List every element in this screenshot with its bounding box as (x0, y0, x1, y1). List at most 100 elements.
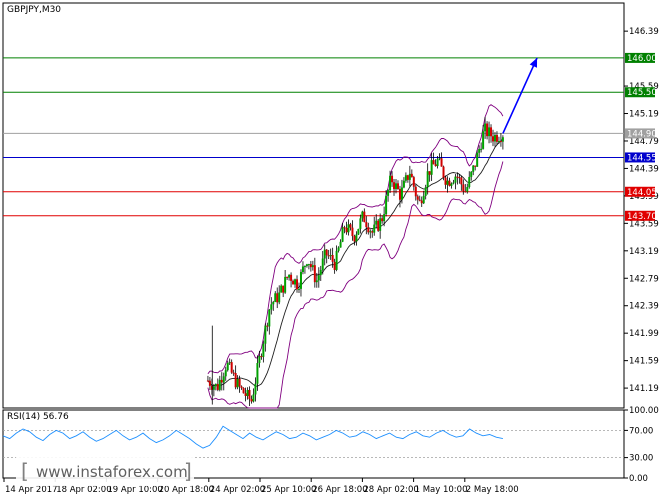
candle-body (420, 200, 423, 204)
time-tick-label: 24 Apr 02:00 (210, 485, 265, 495)
candle-body (446, 180, 449, 185)
candle-body (452, 182, 455, 184)
candle-body (464, 191, 467, 193)
candle-body (343, 227, 346, 229)
candle-body (250, 399, 253, 402)
candle-body (339, 241, 342, 248)
candle-body (454, 176, 457, 183)
time-tick-label: 18 Apr 02:00 (56, 485, 111, 495)
candle-body (307, 264, 310, 266)
chart-background (0, 0, 664, 498)
candle-body (290, 274, 293, 281)
candle-body (309, 264, 312, 268)
level-label: 146.00 (627, 54, 657, 64)
candle-body (371, 231, 374, 233)
candle-body (492, 136, 495, 142)
candle-body (284, 276, 287, 293)
candle-body (404, 175, 407, 181)
candle-body (236, 378, 239, 388)
candle-body (412, 177, 415, 187)
candle-body (337, 247, 340, 251)
candle-body (478, 148, 481, 153)
level-label: 143.70 (627, 212, 657, 222)
candle-body (440, 158, 443, 167)
candle-body (501, 137, 504, 142)
candle-body (218, 379, 221, 390)
time-tick-label: 28 Apr 02:00 (363, 485, 418, 495)
candle-body (256, 362, 259, 384)
candle-body (351, 227, 354, 237)
watermark-text: www.instaforex.com (36, 463, 188, 481)
candle-body (311, 265, 314, 268)
candle-body (214, 384, 217, 387)
time-tick-label: 19 Apr 10:00 (107, 485, 162, 495)
candle-body (355, 234, 358, 242)
price-tick-label: 144.39 (629, 164, 659, 174)
candle-body (480, 148, 483, 150)
candle-body (228, 362, 231, 364)
candle-body (246, 389, 249, 396)
rsi-tick-label: 70.00 (629, 426, 653, 436)
candle-body (367, 227, 370, 233)
candle-body (482, 131, 485, 149)
candle-body (486, 123, 489, 137)
candle-body (369, 231, 372, 233)
candle-body (341, 227, 344, 242)
candle-body (414, 186, 417, 197)
candle-body (430, 160, 433, 175)
watermark-bracket-left: [ (21, 459, 29, 483)
candle-body (389, 175, 392, 191)
rsi-tick-label: 100.00 (629, 406, 659, 416)
candle-body (476, 152, 479, 167)
time-tick-label: 14 Apr 2017 (5, 485, 58, 495)
candle-body (436, 159, 439, 167)
level-label: 145.50 (627, 88, 657, 98)
rsi-tick-label: 0.00 (629, 474, 648, 484)
candle-body (252, 394, 255, 402)
price-tick-label: 146.39 (629, 27, 659, 37)
rsi-label: RSI(14) 56.76 (7, 412, 69, 422)
candle-body (428, 171, 431, 175)
candle-body (294, 279, 297, 285)
candle-body (301, 266, 304, 272)
candle-body (274, 293, 277, 302)
candle-body (450, 183, 453, 186)
candle-body (286, 276, 289, 278)
candle-body (377, 220, 380, 231)
chart-canvas: 146.39145.59145.19144.79144.39143.99143.… (0, 0, 664, 498)
candle-body (333, 261, 336, 270)
candle-body (391, 175, 394, 183)
candle-body (493, 134, 496, 142)
candle-body (438, 158, 441, 160)
candle-body (353, 236, 356, 242)
price-tick-label: 141.99 (629, 329, 659, 339)
candle-body (499, 141, 502, 143)
candle-body (244, 393, 247, 396)
candle-body (472, 165, 475, 172)
time-tick-label: 25 Apr 10:00 (261, 485, 316, 495)
candle-body (416, 196, 419, 200)
candle-body (381, 218, 384, 222)
watermark-bracket-right: ] (184, 459, 192, 483)
candle-body (387, 190, 390, 196)
candle-body (303, 266, 306, 268)
price-tick-label: 141.59 (629, 357, 659, 367)
candle-body (359, 218, 362, 229)
candle-body (313, 265, 316, 283)
candle-body (462, 184, 465, 192)
candle-body (325, 249, 328, 256)
candle-body (224, 370, 227, 377)
candle-body (272, 301, 275, 305)
candle-body (226, 363, 229, 371)
candle-body (363, 211, 366, 223)
candle-body (497, 141, 500, 143)
time-tick-label: 26 Apr 18:00 (312, 485, 367, 495)
candle-body (426, 171, 429, 188)
candle-body (488, 127, 491, 137)
candle-body (216, 384, 219, 390)
candle-body (321, 258, 324, 270)
candle-body (234, 373, 237, 388)
candle-body (266, 325, 269, 327)
candle-body (212, 386, 215, 390)
candle-body (264, 325, 267, 344)
